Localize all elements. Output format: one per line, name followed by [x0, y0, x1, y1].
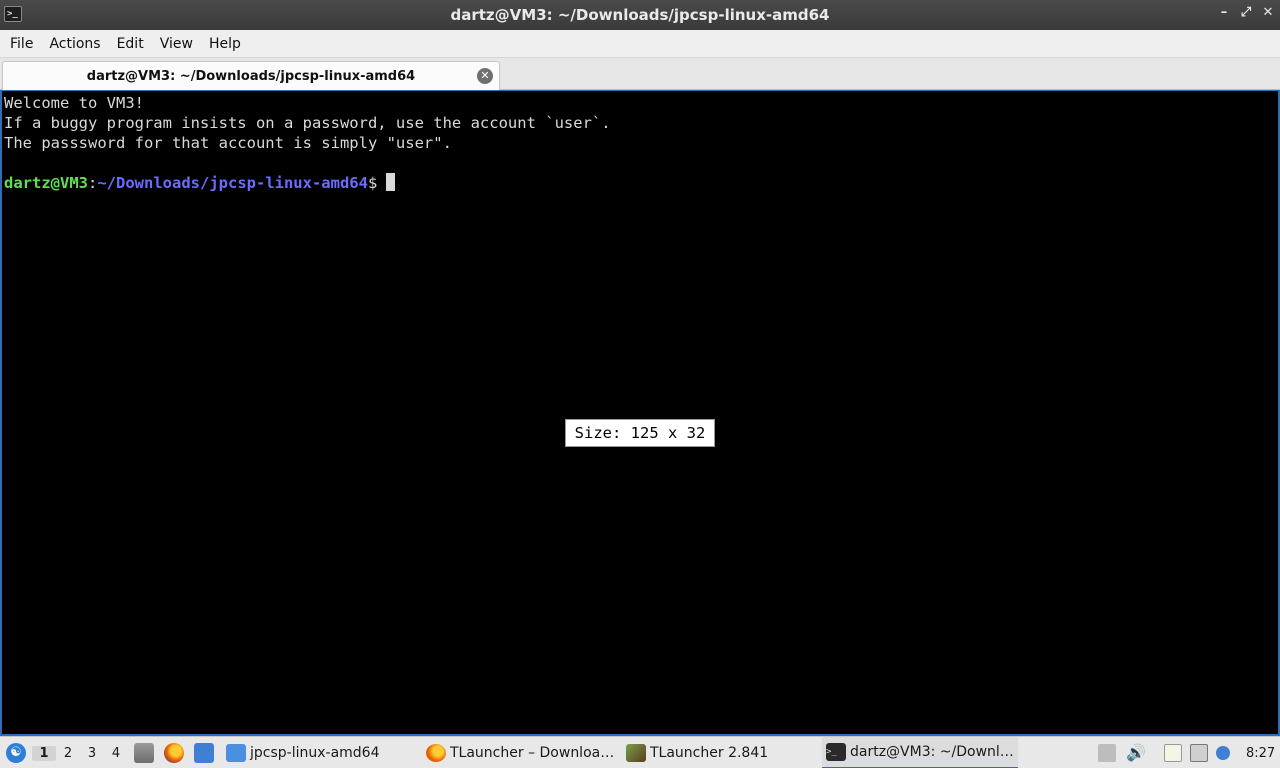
menu-help[interactable]: Help: [201, 36, 249, 52]
workspace-1[interactable]: 1: [32, 745, 56, 761]
prompt-path: ~/Downloads/jpcsp-linux-amd64: [97, 174, 368, 192]
terminal-line: The passsword for that account is simply…: [4, 134, 452, 152]
terminal-size-tooltip: Size: 125 x 32: [565, 419, 715, 447]
task-firefox-tlauncher[interactable]: TLauncher – Downloa…: [422, 737, 618, 768]
tab-bar: dartz@VM3: ~/Downloads/jpcsp-linux-amd64…: [0, 58, 1280, 90]
task-label: TLauncher – Downloa…: [450, 745, 615, 761]
notification-icon[interactable]: [1216, 746, 1230, 760]
file-manager-icon[interactable]: [134, 743, 154, 763]
maximize-button[interactable]: ⤢: [1237, 5, 1255, 20]
workspace-2[interactable]: 2: [56, 746, 80, 761]
tab-label: dartz@VM3: ~/Downloads/jpcsp-linux-amd64: [86, 68, 416, 84]
prompt-symbol: $: [367, 174, 378, 192]
task-tlauncher[interactable]: TLauncher 2.841: [622, 737, 772, 768]
window-title: dartz@VM3: ~/Downloads/jpcsp-linux-amd64: [450, 6, 830, 24]
workspace-4[interactable]: 4: [104, 746, 128, 761]
taskbar: ☯ 1 2 3 4 jpcsp-linux-amd64 TLauncher – …: [0, 736, 1280, 768]
firefox-icon: [426, 744, 446, 762]
firefox-icon[interactable]: [164, 743, 184, 763]
terminal-line: Welcome to VM3!: [4, 94, 144, 112]
task-label: jpcsp-linux-amd64: [250, 745, 380, 761]
window-titlebar[interactable]: >_ dartz@VM3: ~/Downloads/jpcsp-linux-am…: [0, 0, 1280, 30]
prompt-user-host: dartz@VM3: [4, 174, 88, 192]
clock[interactable]: 8:27: [1246, 746, 1275, 761]
terminal-tab[interactable]: dartz@VM3: ~/Downloads/jpcsp-linux-amd64…: [2, 61, 500, 90]
menu-actions[interactable]: Actions: [41, 36, 108, 52]
volume-icon[interactable]: 🔊: [1126, 744, 1146, 762]
terminal-line: If a buggy program insists on a password…: [4, 114, 611, 132]
shell-prompt: dartz@VM3:~/Downloads/jpcsp-linux-amd64$: [4, 173, 1278, 193]
eject-icon[interactable]: [1098, 744, 1116, 762]
workspace-3[interactable]: 3: [80, 746, 104, 761]
task-terminal[interactable]: >_ dartz@VM3: ~/Downl…: [822, 737, 1018, 768]
terminal-output[interactable]: Welcome to VM3! If a buggy program insis…: [0, 90, 1280, 736]
minecraft-block-icon: [626, 744, 646, 762]
tab-close-icon[interactable]: ✕: [477, 68, 493, 84]
prompt-colon: :: [88, 174, 98, 192]
desktop-icon[interactable]: [194, 743, 214, 763]
folder-icon: [226, 744, 246, 762]
menu-bar: File Actions Edit View Help: [0, 30, 1280, 58]
task-label: TLauncher 2.841: [650, 745, 769, 761]
text-cursor: [386, 173, 396, 191]
task-label: dartz@VM3: ~/Downl…: [850, 744, 1014, 760]
close-window-button[interactable]: ✕: [1259, 5, 1277, 20]
menu-edit[interactable]: Edit: [109, 36, 152, 52]
menu-view[interactable]: View: [152, 36, 201, 52]
terminal-icon: >_: [826, 743, 846, 761]
menu-file[interactable]: File: [2, 36, 41, 52]
clipboard-icon[interactable]: [1164, 744, 1182, 762]
lxqt-menu-icon[interactable]: ☯: [6, 743, 26, 763]
terminal-app-icon: >_: [4, 6, 22, 22]
minimize-button[interactable]: –: [1215, 5, 1233, 20]
task-file-manager[interactable]: jpcsp-linux-amd64: [222, 737, 384, 768]
network-icon[interactable]: [1190, 744, 1208, 762]
